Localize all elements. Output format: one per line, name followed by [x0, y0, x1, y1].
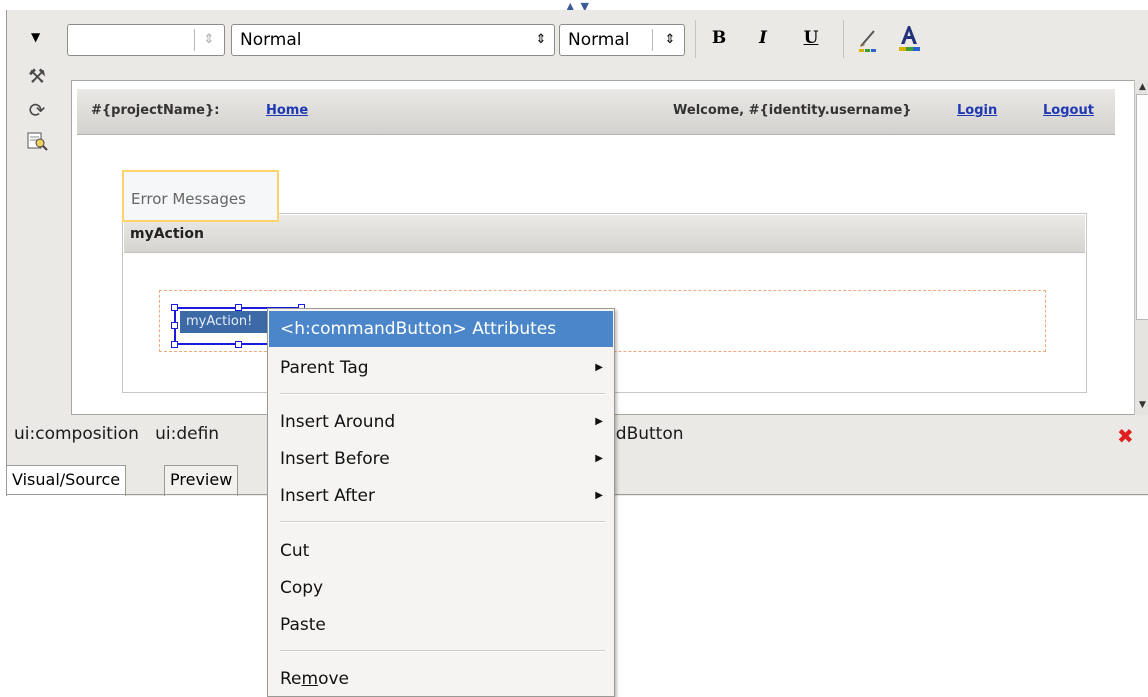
logout-link[interactable]: Logout — [1043, 103, 1094, 118]
menu-item-parent-tag[interactable]: Parent Tag ▶ — [269, 350, 613, 386]
menu-item-remove[interactable]: Remove — [269, 661, 613, 697]
resize-handle[interactable] — [171, 304, 178, 311]
close-icon[interactable]: ✖ — [1117, 424, 1134, 448]
tab-visual-source[interactable]: Visual/Source — [6, 465, 127, 496]
submenu-arrow-icon: ▶ — [595, 416, 603, 427]
style-select[interactable]: Normal ⇕ — [231, 24, 555, 56]
submenu-arrow-icon: ▶ — [595, 362, 603, 373]
style-value: Normal — [240, 30, 302, 50]
resize-handle[interactable] — [235, 341, 242, 348]
menu-item-label-part: ove — [318, 669, 349, 689]
error-messages[interactable]: Error Messages — [122, 170, 279, 222]
tab-preview[interactable]: Preview — [164, 465, 239, 496]
menu-item-paste[interactable]: Paste — [269, 607, 613, 643]
menu-item-attributes[interactable]: <h:commandButton> Attributes — [269, 311, 613, 347]
size-select[interactable]: Normal ⇕ — [559, 24, 685, 56]
menu-item-label: Insert Around — [280, 412, 396, 432]
scroll-down-icon[interactable]: ▼ — [1135, 400, 1148, 410]
font-color-icon[interactable] — [897, 24, 921, 52]
spin-arrows-icon: ⇕ — [535, 32, 547, 47]
welcome-text: Welcome, #{identity.username} — [673, 103, 912, 118]
dropdown-arrow-icon[interactable]: ▼ — [31, 30, 40, 44]
menu-item-copy[interactable]: Copy — [269, 570, 613, 606]
menu-item-label: Insert After — [280, 486, 375, 506]
scroll-up-icon[interactable]: ▲ — [1135, 82, 1148, 92]
resize-handle[interactable] — [235, 304, 242, 311]
context-menu: <h:commandButton> Attributes Parent Tag … — [267, 308, 615, 697]
project-name: #{projectName}: — [91, 103, 220, 118]
italic-button[interactable]: I — [753, 28, 773, 48]
breadcrumb-item[interactable]: ndButton — [605, 424, 684, 444]
breadcrumb-item[interactable]: ui:defin — [155, 424, 219, 444]
page-header: #{projectName}: Home Welcome, #{identity… — [77, 89, 1115, 135]
scrollbar-thumb[interactable] — [1136, 94, 1148, 320]
bold-button[interactable]: B — [709, 28, 729, 48]
menu-item-insert-around[interactable]: Insert Around ▶ — [269, 404, 613, 440]
home-link[interactable]: Home — [266, 103, 308, 118]
tools-icon[interactable]: ⚒ — [25, 64, 49, 88]
spin-arrows-icon: ⇕ — [664, 32, 676, 47]
breadcrumb: ui:composition ui:defin — [14, 424, 219, 452]
breadcrumb-item[interactable]: ui:composition — [14, 424, 139, 444]
vertical-scrollbar[interactable]: ▲ ▼ — [1134, 80, 1148, 415]
refresh-icon[interactable]: ⟳ — [25, 98, 49, 122]
menu-item-label: Insert Before — [280, 449, 390, 469]
mnemonic-letter: m — [301, 669, 319, 689]
brush-icon[interactable] — [857, 26, 879, 52]
menu-item-label-part: Re — [280, 669, 302, 689]
menu-item-insert-before[interactable]: Insert Before ▶ — [269, 441, 613, 477]
menu-item-insert-after[interactable]: Insert After ▶ — [269, 478, 613, 514]
submenu-arrow-icon: ▶ — [595, 490, 603, 501]
font-family-combo[interactable]: ⇕ — [67, 24, 225, 56]
size-value: Normal — [568, 30, 630, 50]
spin-arrows-icon: ⇕ — [203, 32, 215, 47]
resize-handle[interactable] — [171, 322, 178, 329]
resize-handle[interactable] — [171, 341, 178, 348]
menu-item-label: Parent Tag — [280, 358, 369, 378]
underline-button[interactable]: U — [801, 28, 821, 48]
login-link[interactable]: Login — [957, 103, 997, 118]
menu-item-cut[interactable]: Cut — [269, 533, 613, 569]
preview-icon[interactable] — [25, 130, 49, 154]
submenu-arrow-icon: ▶ — [595, 453, 603, 464]
